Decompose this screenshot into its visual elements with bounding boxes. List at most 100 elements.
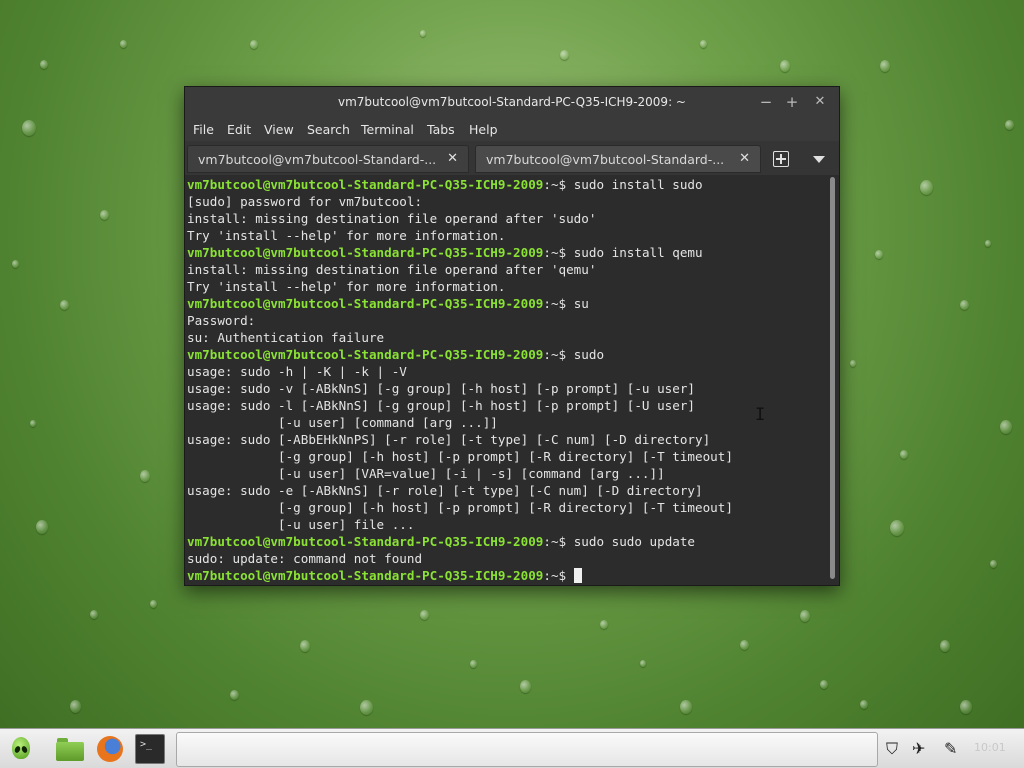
output-line: [sudo] password for vm7butcool: <box>187 194 422 211</box>
raindrop <box>30 420 36 427</box>
menu-file[interactable]: File <box>193 122 214 137</box>
prompt-user-host: vm7butcool@vm7butcool-Standard-PC-Q35-IC… <box>187 177 544 192</box>
new-tab-icon[interactable] <box>773 151 789 167</box>
output-line: [-g group] [-h host] [-p prompt] [-R dir… <box>187 500 733 517</box>
minimize-button[interactable]: − <box>757 93 775 111</box>
output-line: Password: <box>187 313 255 330</box>
output-text: usage: sudo [-ABbEHkNnPS] [-r role] [-t … <box>187 432 711 447</box>
tab-close-button[interactable]: ✕ <box>739 151 750 166</box>
raindrop <box>60 300 69 310</box>
raindrop <box>700 40 707 48</box>
prompt-line: vm7butcool@vm7butcool-Standard-PC-Q35-IC… <box>187 534 695 551</box>
terminal-icon[interactable]: >_ <box>135 734 165 764</box>
prompt-user-host: vm7butcool@vm7butcool-Standard-PC-Q35-IC… <box>187 296 544 311</box>
firefox-icon[interactable] <box>95 734 125 764</box>
command-text: sudo install sudo <box>573 177 703 192</box>
terminal-window[interactable]: vm7butcool@vm7butcool-Standard-PC-Q35-IC… <box>184 86 840 586</box>
terminal-cursor <box>573 568 582 583</box>
menu-help[interactable]: Help <box>469 122 498 137</box>
prompt-suffix: :~$ <box>543 568 574 583</box>
output-text: usage: sudo -l [-ABkNnS] [-g group] [-h … <box>187 398 695 413</box>
output-line: install: missing destination file operan… <box>187 211 596 228</box>
sound-icon[interactable]: ✎ <box>944 739 957 758</box>
scrollbar[interactable] <box>827 175 839 585</box>
prompt-suffix: :~$ <box>543 245 574 260</box>
title-bar[interactable]: vm7butcool@vm7butcool-Standard-PC-Q35-IC… <box>185 87 839 117</box>
menu-icon[interactable] <box>6 734 36 764</box>
menu-terminal[interactable]: Terminal <box>361 122 414 137</box>
raindrop <box>940 640 950 652</box>
raindrop <box>560 50 569 60</box>
output-line: [-u user] [VAR=value] [-i | -s] [command… <box>187 466 665 483</box>
raindrop <box>140 470 150 482</box>
raindrop <box>12 260 19 268</box>
prompt-line: vm7butcool@vm7butcool-Standard-PC-Q35-IC… <box>187 177 703 194</box>
firefox-globe <box>97 736 123 762</box>
output-text: install: missing destination file operan… <box>187 211 597 226</box>
output-text: Try 'install --help' for more informatio… <box>187 228 506 243</box>
window-list[interactable] <box>176 732 878 767</box>
prompt-user-host: vm7butcool@vm7butcool-Standard-PC-Q35-IC… <box>187 245 544 260</box>
raindrop <box>420 610 429 620</box>
menu-tabs[interactable]: Tabs <box>427 122 455 137</box>
menu-search[interactable]: Search <box>307 122 350 137</box>
taskbar: >_ ⛉ ✈ ✎ 10:01 <box>0 728 1024 768</box>
raindrop <box>985 240 991 247</box>
prompt-user-host: vm7butcool@vm7butcool-Standard-PC-Q35-IC… <box>187 534 544 549</box>
raindrop <box>680 700 692 714</box>
raindrop <box>875 250 883 259</box>
network-icon[interactable]: ✈ <box>912 739 925 758</box>
menu-view[interactable]: View <box>264 122 294 137</box>
output-text: Try 'install --help' for more informatio… <box>187 279 506 294</box>
prompt-user-host: vm7butcool@vm7butcool-Standard-PC-Q35-IC… <box>187 347 544 362</box>
folder-icon[interactable] <box>55 734 85 764</box>
raindrop <box>960 300 969 310</box>
output-text: [-u user] [VAR=value] [-i | -s] [command… <box>187 466 665 481</box>
output-line: usage: sudo -v [-ABkNnS] [-g group] [-h … <box>187 381 695 398</box>
raindrop <box>90 610 98 619</box>
command-text: sudo install qemu <box>573 245 703 260</box>
tab-label: vm7butcool@vm7butcool-Standard-... <box>198 152 437 167</box>
desktop-background: vm7butcool@vm7butcool-Standard-PC-Q35-IC… <box>0 0 1024 768</box>
terminal-tab-1[interactable]: vm7butcool@vm7butcool-Standard-... ✕ <box>187 145 469 173</box>
output-line: usage: sudo -l [-ABkNnS] [-g group] [-h … <box>187 398 695 415</box>
raindrop <box>860 700 868 709</box>
window-title: vm7butcool@vm7butcool-Standard-PC-Q35-IC… <box>338 95 686 109</box>
raindrop <box>150 600 157 608</box>
command-text: sudo sudo update <box>573 534 696 549</box>
raindrop <box>1005 120 1014 130</box>
raindrop <box>36 520 48 534</box>
raindrop <box>470 660 477 668</box>
output-line: Try 'install --help' for more informatio… <box>187 279 505 296</box>
output-text: usage: sudo -h | -K | -k | -V <box>187 364 407 379</box>
raindrop <box>780 60 790 72</box>
raindrop <box>120 40 127 48</box>
command-text: su <box>573 296 589 311</box>
raindrop <box>890 520 904 536</box>
shield-icon[interactable]: ⛉ <box>886 739 898 759</box>
output-line: usage: sudo [-ABbEHkNnPS] [-r role] [-t … <box>187 432 710 449</box>
raindrop <box>420 30 426 37</box>
raindrop <box>300 640 310 652</box>
terminal-glyph: >_ <box>140 739 153 750</box>
output-line: [-u user] file ... <box>187 517 414 534</box>
raindrop <box>850 360 856 367</box>
scrollbar-thumb[interactable] <box>830 177 835 579</box>
output-text: usage: sudo -v [-ABkNnS] [-g group] [-h … <box>187 381 695 396</box>
menu-edit[interactable]: Edit <box>227 122 251 137</box>
tab-close-button[interactable]: ✕ <box>447 151 458 166</box>
output-line: usage: sudo -e [-ABkNnS] [-r role] [-t t… <box>187 483 703 500</box>
maximize-button[interactable]: + <box>783 93 801 111</box>
tabs-dropdown-icon[interactable] <box>813 156 825 163</box>
raindrop <box>600 620 608 629</box>
close-button[interactable]: ✕ <box>811 93 829 111</box>
raindrop <box>70 700 81 713</box>
terminal-output[interactable]: vm7butcool@vm7butcool-Standard-PC-Q35-IC… <box>185 175 827 585</box>
raindrop <box>250 40 258 49</box>
prompt-suffix: :~$ <box>543 296 574 311</box>
terminal-tab-2[interactable]: vm7butcool@vm7butcool-Standard-... ✕ <box>475 145 761 173</box>
output-line: usage: sudo -h | -K | -k | -V <box>187 364 407 381</box>
raindrop <box>22 120 36 136</box>
clock[interactable]: 10:01 <box>974 741 1006 754</box>
raindrop <box>520 680 531 693</box>
